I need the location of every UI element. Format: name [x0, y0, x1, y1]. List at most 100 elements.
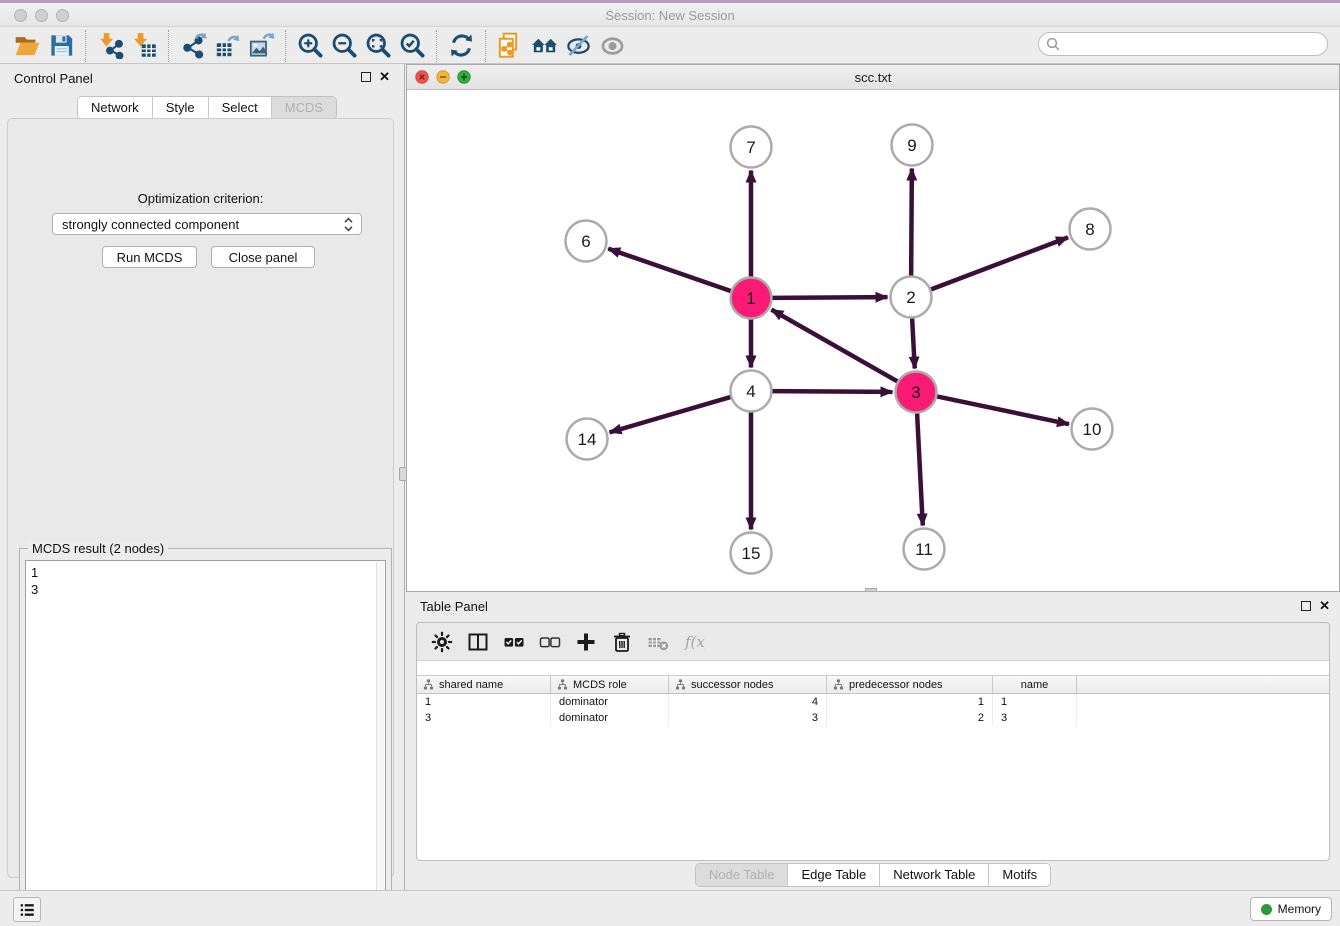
- network-title: scc.txt: [407, 70, 1339, 85]
- export-network-button[interactable]: [176, 30, 210, 62]
- graph-node-10[interactable]: 10: [1072, 409, 1113, 450]
- table-cell[interactable]: dominator: [551, 694, 669, 710]
- clone-network-icon: [497, 32, 524, 59]
- settings-button[interactable]: [427, 627, 457, 657]
- main-titlebar[interactable]: Session: New Session: [0, 3, 1340, 27]
- table-cell[interactable]: 1: [417, 694, 551, 710]
- table-cell[interactable]: dominator: [551, 710, 669, 726]
- export-network-icon: [180, 32, 207, 59]
- hide-selected-button[interactable]: [561, 30, 595, 62]
- edge-2-9[interactable]: [911, 168, 912, 275]
- show-all-button[interactable]: [595, 30, 629, 62]
- table-row[interactable]: 3dominator323: [417, 710, 1329, 726]
- function-button[interactable]: f(x): [679, 627, 709, 657]
- table-cell[interactable]: 3: [669, 710, 827, 726]
- delete-rows-button[interactable]: [607, 627, 637, 657]
- column-header-successor-nodes[interactable]: successor nodes: [669, 676, 827, 693]
- export-image-button[interactable]: [244, 30, 278, 62]
- graph-node-11[interactable]: 11: [904, 529, 945, 570]
- table-cell[interactable]: 3: [993, 710, 1077, 726]
- open-session-button[interactable]: [10, 30, 44, 62]
- graph-node-8[interactable]: 8: [1070, 209, 1111, 250]
- add-row-button[interactable]: [571, 627, 601, 657]
- tab-node-table[interactable]: Node Table: [696, 864, 788, 886]
- svg-text:15: 15: [742, 544, 761, 563]
- tab-network[interactable]: Network: [78, 97, 152, 119]
- save-session-button[interactable]: [44, 30, 78, 62]
- first-neighbors-button[interactable]: [527, 30, 561, 62]
- app-window: Session: New Session Control Panel ✕ Net…: [0, 0, 1340, 926]
- export-table-button[interactable]: [210, 30, 244, 62]
- refresh-button[interactable]: [444, 30, 478, 62]
- graph-node-2[interactable]: 2: [891, 277, 932, 318]
- zoom-out-button[interactable]: [327, 30, 361, 62]
- table-row[interactable]: 1dominator411: [417, 694, 1329, 710]
- float-table-panel-icon[interactable]: [1301, 601, 1311, 611]
- table-cell[interactable]: 1: [827, 694, 993, 710]
- edge-3-11[interactable]: [917, 413, 923, 525]
- tab-edge-table[interactable]: Edge Table: [787, 864, 879, 886]
- close-panel-button[interactable]: Close panel: [211, 246, 315, 268]
- graph-node-15[interactable]: 15: [731, 533, 772, 574]
- select-all-button[interactable]: [499, 627, 529, 657]
- zoom-selected-button[interactable]: [395, 30, 429, 62]
- tab-select[interactable]: Select: [208, 97, 271, 119]
- network-canvas[interactable]: 1 2 3 4 6 7 8 9 10 11 14 15: [407, 90, 1339, 591]
- table-panel: Table Panel ✕ f(x) shared nameMCDS roles…: [406, 592, 1340, 890]
- graph-node-7[interactable]: 7: [731, 127, 772, 168]
- edge-3-10[interactable]: [937, 396, 1069, 424]
- table-cell[interactable]: 4: [669, 694, 827, 710]
- graph-node-9[interactable]: 9: [892, 125, 933, 166]
- edge-4-3[interactable]: [772, 391, 892, 392]
- graph-node-1[interactable]: 1: [731, 278, 772, 319]
- graph-node-14[interactable]: 14: [567, 419, 608, 460]
- tab-mcds[interactable]: MCDS: [271, 97, 336, 119]
- svg-text:8: 8: [1085, 220, 1094, 239]
- edge-2-8[interactable]: [931, 237, 1068, 289]
- column-header-predecessor-nodes[interactable]: predecessor nodes: [827, 676, 993, 693]
- edge-4-14[interactable]: [610, 397, 731, 432]
- close-panel-icon[interactable]: ✕: [379, 71, 390, 83]
- run-mcds-button[interactable]: Run MCDS: [102, 246, 197, 268]
- zoom-fit-button[interactable]: [361, 30, 395, 62]
- edge-2-3[interactable]: [912, 318, 915, 368]
- table-cell[interactable]: 2: [827, 710, 993, 726]
- column-header-name[interactable]: name: [993, 676, 1077, 693]
- edge-1-6[interactable]: [608, 249, 730, 291]
- zoom-in-button[interactable]: [293, 30, 327, 62]
- network-window-titlebar[interactable]: scc.txt: [407, 65, 1339, 90]
- svg-text:f(x): f(x): [684, 633, 705, 651]
- table-cell[interactable]: 3: [417, 710, 551, 726]
- edge-1-2[interactable]: [772, 297, 887, 298]
- graph-node-4[interactable]: 4: [731, 371, 772, 412]
- search-box[interactable]: [1038, 32, 1328, 56]
- deselect-all-icon: [539, 631, 561, 653]
- float-panel-icon[interactable]: [361, 72, 371, 82]
- import-table-button[interactable]: [127, 30, 161, 62]
- edge-3-1[interactable]: [771, 310, 897, 382]
- clone-network-button[interactable]: [493, 30, 527, 62]
- column-header-shared-name[interactable]: shared name: [417, 676, 551, 693]
- toolbar-separator: [285, 30, 286, 62]
- import-network-button[interactable]: [93, 30, 127, 62]
- close-table-panel-icon[interactable]: ✕: [1319, 600, 1330, 612]
- tab-network-table[interactable]: Network Table: [879, 864, 988, 886]
- memory-button[interactable]: Memory: [1250, 897, 1332, 921]
- window-title: Session: New Session: [0, 8, 1340, 23]
- graph-node-6[interactable]: 6: [566, 221, 607, 262]
- table-cell[interactable]: 1: [993, 694, 1077, 710]
- column-header-MCDS-role[interactable]: MCDS role: [551, 676, 669, 693]
- graph-node-3[interactable]: 3: [896, 372, 937, 413]
- refresh-icon: [448, 32, 475, 59]
- columns-button[interactable]: [463, 627, 493, 657]
- criterion-dropdown[interactable]: strongly connected component: [52, 213, 362, 235]
- deselect-all-button[interactable]: [535, 627, 565, 657]
- task-history-button[interactable]: [13, 897, 41, 922]
- search-input[interactable]: [1038, 32, 1328, 56]
- columns-icon: [467, 631, 489, 653]
- tab-style[interactable]: Style: [152, 97, 208, 119]
- delete-table-button[interactable]: [643, 627, 673, 657]
- result-scrollbar[interactable]: [376, 562, 384, 921]
- mcds-result-box[interactable]: 1 3: [25, 560, 386, 923]
- tab-motifs[interactable]: Motifs: [988, 864, 1050, 886]
